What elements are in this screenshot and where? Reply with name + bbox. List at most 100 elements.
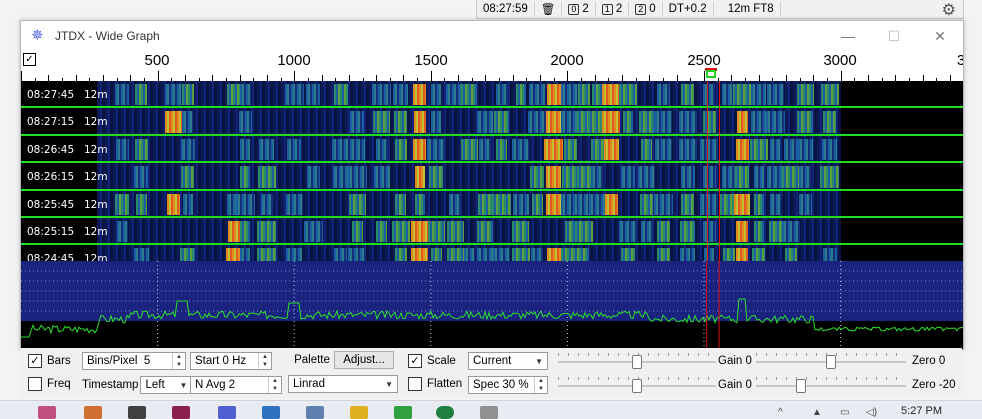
taskbar-app-icon[interactable] <box>480 406 498 419</box>
spectrum-display[interactable] <box>21 261 963 349</box>
waterfall-signal <box>576 166 591 188</box>
waterfall-signal <box>477 221 494 243</box>
taskbar-clock[interactable]: 5:27 PM <box>901 405 942 417</box>
navg-spinbox[interactable]: N Avg 2 ▲ ▼ <box>190 376 282 394</box>
chevron-down-icon: ▼ <box>179 380 188 390</box>
waterfall-signal <box>781 166 801 188</box>
waterfall-row-time: 08:25:45 <box>27 198 75 211</box>
waterfall-gain-slider[interactable] <box>558 352 716 372</box>
navg-row: N Avg 2 ▲ ▼ <box>190 376 282 394</box>
waterfall-signal <box>588 193 606 215</box>
trash-icon[interactable]: 🗑 <box>535 2 563 16</box>
waterfall-signal <box>333 84 348 106</box>
waterfall-signal <box>431 84 442 106</box>
slider-thumb[interactable] <box>632 379 642 393</box>
waterfall-signal <box>116 221 128 243</box>
waterfall-signal <box>620 166 635 188</box>
waterfall-signal <box>820 84 839 106</box>
spectrum-gain-slider[interactable] <box>558 376 716 396</box>
start-frequency-spinbox[interactable]: Start 0 Hz ▲ ▼ <box>190 352 272 370</box>
tray-volume-icon[interactable]: ◁) <box>866 407 877 418</box>
taskbar-app-icon[interactable] <box>172 406 190 419</box>
waterfall-signal <box>427 138 446 161</box>
tray-network-icon[interactable]: ▭ <box>840 407 849 418</box>
taskbar-app-icon[interactable] <box>350 406 368 419</box>
slider-track <box>756 385 906 387</box>
waterfall-row-time: 08:27:15 <box>27 116 75 129</box>
waterfall-signal <box>414 193 425 215</box>
taskbar-app-icon[interactable] <box>306 406 324 419</box>
waterfall-signal <box>560 248 580 261</box>
taskbar-app-icon[interactable] <box>84 406 102 419</box>
gain1-label: Gain 0 <box>718 355 752 367</box>
scale-label: Scale <box>427 355 456 367</box>
slider-thumb[interactable] <box>826 355 836 369</box>
waterfall-signal <box>638 111 655 133</box>
waterfall-signal <box>257 248 277 261</box>
taskbar-app-icon[interactable] <box>262 406 280 419</box>
waterfall-display[interactable]: 08:27:45 12m 08:27:15 12m 08:26:45 12m 08:26:1… <box>21 81 963 261</box>
slider-thumb[interactable] <box>796 379 806 393</box>
spectrum-zero-slider[interactable] <box>756 376 906 396</box>
waterfall-signal <box>394 111 408 133</box>
palette-select[interactable]: Linrad ▼ <box>288 375 398 393</box>
waterfall-row-band: 12m <box>84 198 108 211</box>
waterfall-signal <box>257 166 276 188</box>
waterfall-signal <box>332 138 350 161</box>
waterfall-signal <box>493 248 511 261</box>
spin-arrows-icon[interactable]: ▲ ▼ <box>258 353 271 369</box>
waterfall-row-time: 08:26:45 <box>27 143 75 156</box>
ruler-tick <box>704 71 705 81</box>
waterfall-signal <box>782 221 801 243</box>
palette-button[interactable]: Palette <box>290 351 334 369</box>
frequency-ruler[interactable]: ✓ 500 1000 1500 2000 2500 3000 3 <box>21 51 963 81</box>
waterfall-signal <box>578 193 590 215</box>
spec-percent-spinbox[interactable]: Spec 30 % ▲ ▼ <box>468 376 548 394</box>
waterfall-signal <box>751 84 767 106</box>
bins-per-pixel-spinbox[interactable]: Bins/Pixel 5 ▲ ▼ <box>82 352 186 370</box>
waterfall-signal <box>286 248 303 261</box>
minimize-button[interactable]: — <box>825 21 871 51</box>
waterfall-signal <box>753 166 764 188</box>
adjust-button[interactable]: Adjust... <box>334 351 394 369</box>
waterfall-signal <box>545 111 562 133</box>
waterfall-signal <box>284 84 304 106</box>
bars-label: Bars <box>47 355 71 367</box>
waterfall-signal <box>350 111 365 133</box>
waterfall-signal <box>391 221 410 243</box>
title-bar[interactable]: ✵ JTDX - Wide Graph — ☐ ✕ <box>21 21 963 51</box>
bars-checkbox[interactable]: ✓ Bars <box>28 354 71 368</box>
waterfall-signal <box>656 84 670 106</box>
taskbar-app-icon[interactable] <box>128 406 146 419</box>
waterfall-signal <box>638 166 656 188</box>
maximize-button[interactable]: ☐ <box>871 21 917 51</box>
waterfall-signal <box>654 138 672 161</box>
spin-arrows-icon[interactable]: ▲ ▼ <box>534 377 547 393</box>
taskbar-app-icon[interactable] <box>38 406 56 419</box>
spectrum-mode-select[interactable]: Current ▼ <box>468 352 548 370</box>
ruler-checkbox[interactable]: ✓ <box>23 53 36 66</box>
flatten-label: Flatten <box>427 378 463 390</box>
waterfall-signal <box>680 248 696 261</box>
timestamp-select[interactable]: Left ▼ <box>140 376 193 394</box>
waterfall-signal <box>528 111 547 133</box>
close-button[interactable]: ✕ <box>917 21 963 51</box>
tray-up-icon[interactable]: ▲ <box>812 407 822 418</box>
spin-arrows-icon[interactable]: ▲ ▼ <box>268 377 281 393</box>
spin-arrows-icon[interactable]: ▲ ▼ <box>172 353 185 369</box>
scale-checkbox[interactable]: ✓ Scale <box>408 354 456 368</box>
flatten-checkbox[interactable]: Flatten <box>408 377 462 391</box>
slider-thumb[interactable] <box>632 355 642 369</box>
waterfall-signal <box>799 166 812 188</box>
zero1-label: Zero 0 <box>912 355 946 367</box>
tray-chevron-icon[interactable]: ^ <box>778 407 783 418</box>
waterfall-row-divider <box>21 106 963 109</box>
gear-icon[interactable]: ⚙ <box>942 0 956 20</box>
taskbar-jtdx-icon[interactable] <box>218 406 236 419</box>
taskbar-app-icon[interactable] <box>436 406 454 419</box>
rx-frequency-marker[interactable] <box>706 70 716 78</box>
freq-checkbox[interactable]: Freq <box>28 377 71 391</box>
waterfall-signal <box>414 166 425 188</box>
waterfall-zero-slider[interactable] <box>756 352 906 372</box>
taskbar-app-icon[interactable] <box>394 406 412 419</box>
